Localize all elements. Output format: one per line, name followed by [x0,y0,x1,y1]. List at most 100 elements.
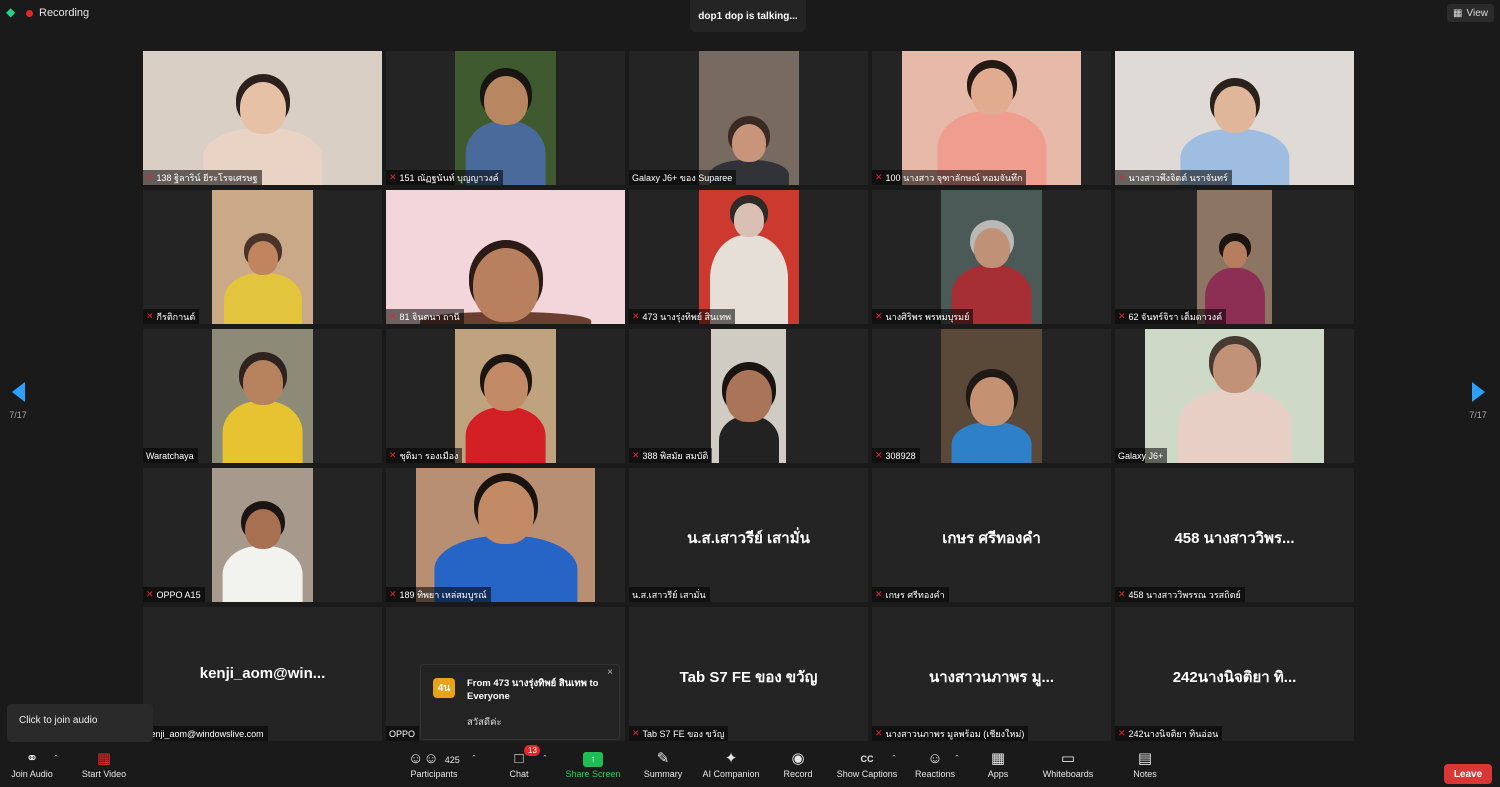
participant-tile[interactable]: น.ส.เสาวรีย์ เสามั่น น.ส.เสาวรีย์ เสามั่น [629,468,868,602]
participant-video [941,329,1042,463]
participant-tile[interactable]: ✕ 388 พิสมัย สมบัติ [629,329,868,463]
participant-name-label: ✕ OPPO A15 [143,587,205,602]
participant-video [1115,51,1354,185]
participant-tile[interactable]: ✕ 308928 [872,329,1111,463]
participant-tile[interactable]: ✕ 100 นางสาว จุฑาลักษณ์ หอมจันทึก [872,51,1111,185]
recording-indicator[interactable]: Recording [26,4,89,22]
participant-tile[interactable]: Galaxy J6+ [1115,329,1354,463]
participant-name: 62 จันทร์จิรา เต็มดาวงค์ [1128,311,1223,322]
participant-name: 151 ณัฏฐนันท์ บุญญาวงค์ [399,172,499,183]
close-icon[interactable]: × [607,667,613,678]
participant-body [718,416,779,463]
participant-tile[interactable]: ✕ 62 จันทร์จิรา เต็มดาวงค์ [1115,190,1354,324]
join-audio-tooltip[interactable]: Click to join audio [7,704,153,742]
participant-tile[interactable]: นางสาวนภาพร มู... ✕ นางสาวนภาพร มูลพร้อม (… [872,607,1111,741]
participant-tile[interactable]: ✕ OPPO A15 [143,468,382,602]
participant-name-label: ✕ กีรติกานต์ [143,309,200,324]
participant-tile[interactable]: ✕ 81 จินตนา ถานี [386,190,625,324]
leave-button[interactable]: Leave [1444,764,1492,784]
audio-options-caret[interactable]: ˆ [50,747,62,787]
start-video-button[interactable]: ▦ Start Video [76,747,132,787]
participant-tile[interactable]: ✕ นางสาวพึงจิตต์ นราจันทร์ [1115,51,1354,185]
notes-icon: ▤ [1137,750,1153,767]
participant-face [1212,344,1257,394]
participant-name: 100 นางสาว จุฑาลักษณ์ หอมจันทึก [885,172,1023,183]
whiteboards-button[interactable]: ▭ Whiteboards [1036,747,1100,787]
apps-button[interactable]: ▦ Apps [982,747,1014,787]
participant-tile[interactable]: ✕ 138 ฐิลาริน์ ยีระโรจเศรษฐ [143,51,382,185]
participant-tile[interactable]: เกษร ศรีทองคำ ✕ เกษร ศรีทองคำ [872,468,1111,602]
mic-muted-icon: ✕ [389,450,397,460]
reactions-options-caret[interactable]: ˆ [951,747,963,787]
participant-video [902,51,1081,185]
participant-video [455,51,556,185]
share-screen-button[interactable]: ↑ Share Screen [562,747,624,787]
participant-name-label: kenji_aom@windowslive.com [143,726,268,741]
meeting-toolbar: ⚭ Join Audio ˆ ▦ Start Video ☺☺ 425 Parti… [0,745,1500,787]
chat-bubble-icon: □ 13 [514,745,541,769]
participant-tile[interactable]: ✕ 189 ทิพยา เหล่สมบูรณ์ [386,468,625,602]
participant-tile[interactable]: ✕ 151 ณัฏฐนันท์ บุญญาวงค์ [386,51,625,185]
record-button[interactable]: ◉ Record [776,747,820,787]
participant-tile[interactable]: Galaxy J6+ ของ Suparee [629,51,868,185]
participant-tile[interactable]: Tab S7 FE ของ ขวัญ ✕ Tab S7 FE ของ ขวัญ [629,607,868,741]
participant-face [725,370,772,422]
participant-tile[interactable]: ✕ นางศิริพร พรหมบุรมย์ [872,190,1111,324]
participant-name: นางศิริพร พรหมบุรมย์ [885,311,970,322]
encryption-shield-icon[interactable]: ◆ [6,6,17,19]
participants-options-caret[interactable]: ˆ [468,747,480,787]
participant-video [212,468,313,602]
participant-name-label: ✕ นางศิริพร พรหมบุรมย์ [872,309,974,324]
ai-companion-button[interactable]: ✦ AI Companion [696,747,766,787]
participant-tile[interactable]: 458 นางสาววิพร... ✕ 458 นางสาววิพรรณ วรสถิ… [1115,468,1354,602]
mic-muted-icon: ✕ [389,311,397,321]
chat-button[interactable]: □ 13 Chat [500,745,541,787]
next-page-button[interactable]: 7/17 [1468,382,1488,426]
participant-display-name: น.ส.เสาวรีย์ เสามั่น [687,530,810,547]
participant-video [386,190,625,324]
participant-video [699,51,799,185]
mic-muted-icon: ✕ [875,450,883,460]
participant-name: 138 ฐิลาริน์ ยีระโรจเศรษฐ [156,172,258,183]
participant-name: 388 พิสมัย สมบัติ [642,450,709,461]
participant-video [1197,190,1272,324]
participant-tile[interactable]: ✕ ชุติมา รองเมือง [386,329,625,463]
participant-face [239,82,286,134]
participant-name-label: ✕ 62 จันทร์จิรา เต็มดาวงค์ [1115,309,1227,324]
summary-label: Summary [643,769,683,779]
participant-face [247,241,278,275]
participant-tile[interactable]: ✕ กีรติกานต์ [143,190,382,324]
participant-face [973,228,1010,269]
participant-display-name: เกษร ศรีทองคำ [942,530,1041,547]
mic-muted-icon: ✕ [632,311,640,321]
participant-name: นางสาวนภาพร มูลพร้อม (เชียงใหม่) [885,728,1025,739]
start-video-label: Start Video [81,769,127,779]
participant-display-name: Tab S7 FE ของ ขวัญ [679,669,818,686]
captions-options-caret[interactable]: ˆ [888,747,900,787]
previous-page-button[interactable]: 7/17 [8,382,28,426]
recording-label: Recording [39,7,90,19]
mic-muted-icon: ✕ [146,311,154,321]
page-indicator-right: 7/17 [1469,410,1487,420]
chat-options-caret[interactable]: ˆ [539,747,551,787]
captions-cc-icon: CC [860,754,874,764]
participant-tile[interactable]: ✕ 473 นางรุ่งทิพย์ สินเทพ [629,190,868,324]
participant-face [1222,241,1247,268]
chat-message-text: สวัสดีค่ะ [467,717,502,728]
participant-tile[interactable]: Waratchaya [143,329,382,463]
video-gallery-grid: ✕ 138 ฐิลาริน์ ยีระโรจเศรษฐ ✕ 151 ณัฏฐนันท์… [143,51,1355,741]
participant-video [143,51,382,185]
participant-tile[interactable]: kenji_aom@win... kenji_aom@windowslive.co… [143,607,382,741]
view-button[interactable]: ▦ View [1447,4,1494,22]
notes-button[interactable]: ▤ Notes [1126,747,1164,787]
participant-display-name: 242นางนิจติยา ทิ... [1172,669,1297,686]
participant-name-label: ✕ 308928 [872,448,920,463]
share-screen-icon: ↑ [583,752,603,767]
mic-muted-icon: ✕ [146,172,154,182]
participant-tile[interactable]: 242นางนิจติยา ทิ... ✕ 242นางนิจติยา ทินอ่อ… [1115,607,1354,741]
mic-muted-icon: ✕ [875,172,883,182]
chat-message-popup[interactable]: 4น From 473 นางรุ่งทิพย์ สินเทพ to Every… [420,664,620,740]
summary-button[interactable]: ✎ Summary [638,747,688,787]
participants-button[interactable]: ☺☺ 425 Participants [404,747,464,787]
participant-name-label: ✕ 151 ณัฏฐนันท์ บุญญาวงค์ [386,170,503,185]
